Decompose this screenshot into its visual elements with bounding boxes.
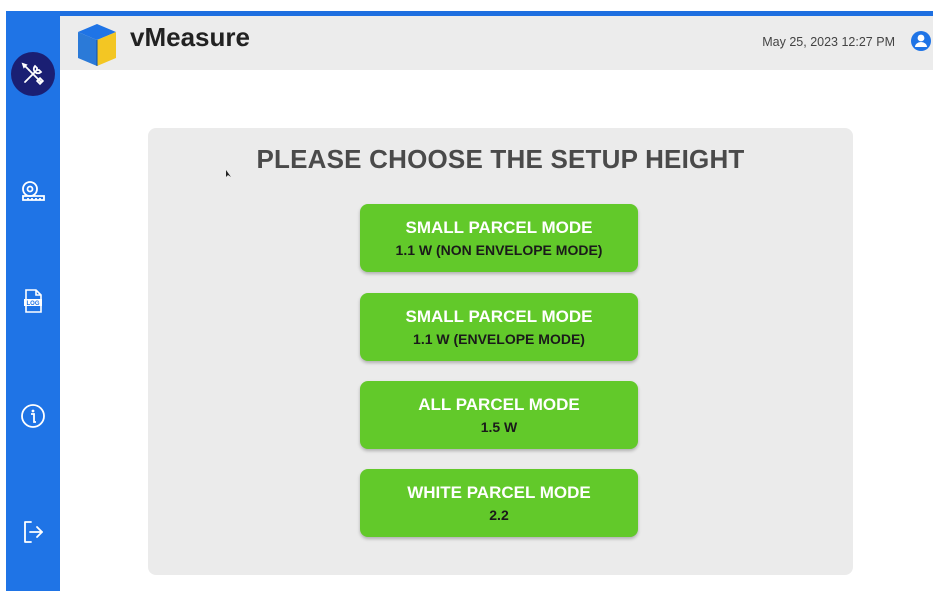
mode-button-subtitle: 1.1 W (NON ENVELOPE MODE) — [395, 241, 603, 258]
sidebar: LOG — [6, 11, 60, 591]
mode-button-subtitle: 1.5 W — [480, 418, 518, 435]
sidebar-item-measure[interactable] — [13, 172, 53, 212]
mode-button-title: WHITE PARCEL MODE — [407, 482, 591, 502]
small-parcel-envelope-button[interactable]: SMALL PARCEL MODE 1.1 W (ENVELOPE MODE) — [360, 293, 638, 361]
logout-icon — [24, 521, 43, 543]
log-file-icon: LOG — [24, 289, 42, 313]
mode-button-title: ALL PARCEL MODE — [418, 394, 580, 414]
sidebar-item-tools[interactable] — [11, 52, 55, 96]
vmeasure-logo-icon — [78, 24, 116, 66]
sidebar-item-info[interactable] — [13, 396, 53, 436]
mouse-cursor-icon — [226, 170, 231, 177]
sidebar-item-logout[interactable] — [13, 512, 53, 552]
info-icon — [21, 404, 45, 428]
app-header: vMeasure May 25, 2023 12:27 PM — [60, 16, 933, 70]
white-parcel-mode-button[interactable]: WHITE PARCEL MODE 2.2 — [360, 469, 638, 537]
svg-text:LOG: LOG — [27, 301, 40, 307]
top-strip — [0, 0, 933, 11]
setup-height-panel: PLEASE CHOOSE THE SETUP HEIGHT SMALL PAR… — [148, 128, 853, 575]
mode-button-subtitle: 2.2 — [489, 506, 509, 523]
sidebar-item-log[interactable]: LOG — [13, 281, 53, 321]
header-datetime: May 25, 2023 12:27 PM — [762, 35, 895, 49]
mode-button-subtitle: 1.1 W (ENVELOPE MODE) — [413, 330, 585, 347]
user-account-icon[interactable] — [909, 28, 931, 54]
app-title: vMeasure — [130, 22, 250, 52]
small-parcel-non-envelope-button[interactable]: SMALL PARCEL MODE 1.1 W (NON ENVELOPE MO… — [360, 204, 638, 272]
page-title: PLEASE CHOOSE THE SETUP HEIGHT — [256, 144, 745, 174]
tape-measure-icon — [22, 181, 45, 201]
mode-button-title: SMALL PARCEL MODE — [405, 306, 593, 326]
all-parcel-mode-button[interactable]: ALL PARCEL MODE 1.5 W — [360, 381, 638, 449]
mode-button-title: SMALL PARCEL MODE — [405, 217, 593, 237]
tools-icon — [21, 62, 45, 86]
